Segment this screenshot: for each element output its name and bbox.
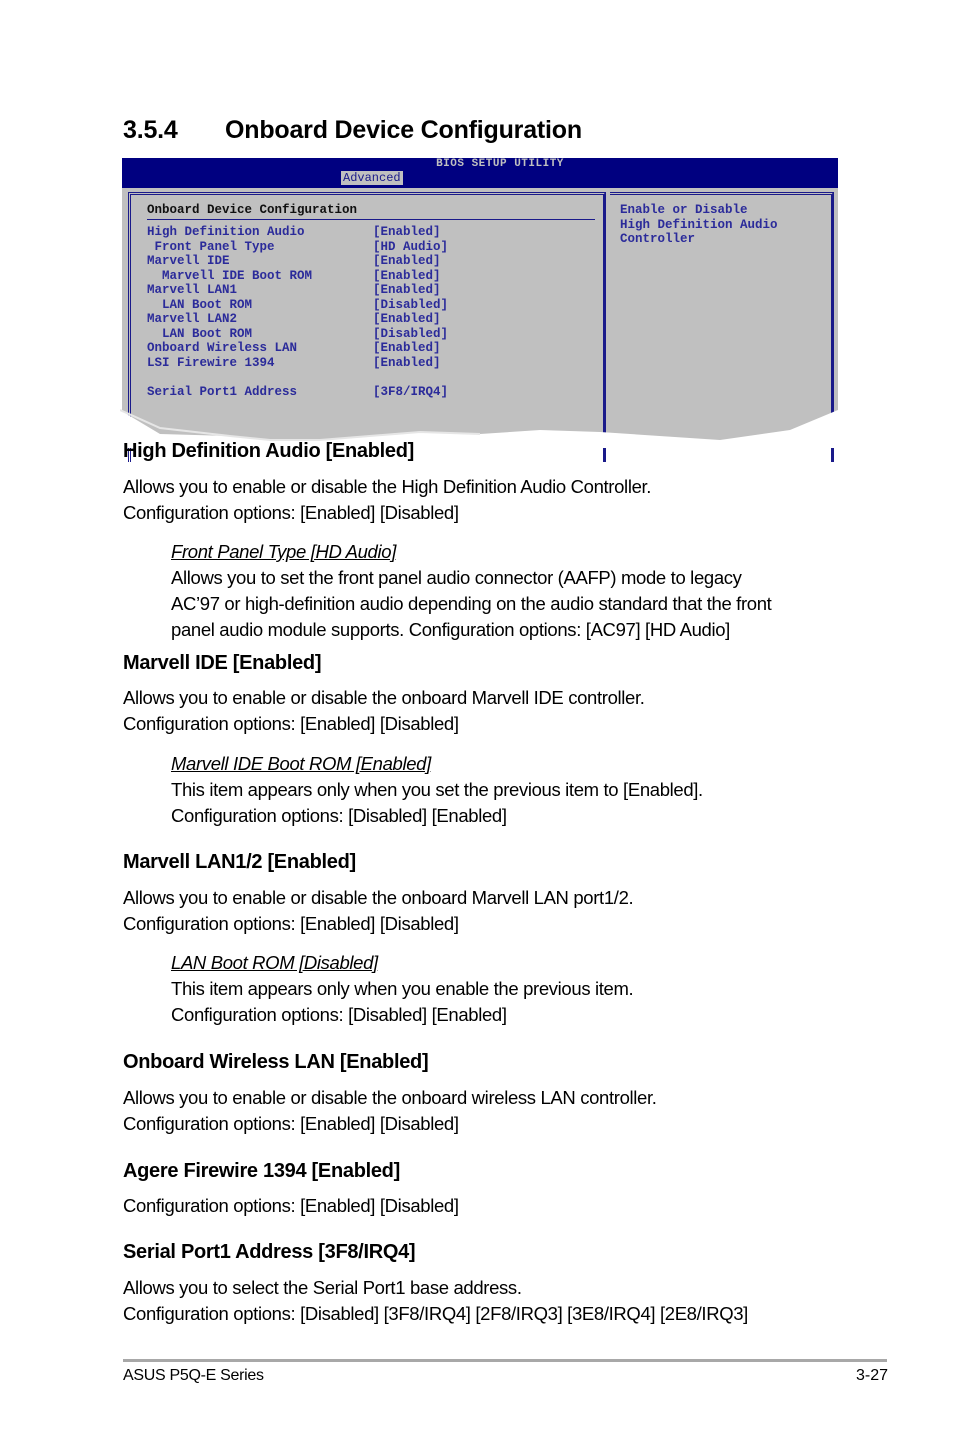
subheading-marvell-ide-boot-rom: Marvell IDE Boot ROM [Enabled]: [171, 753, 431, 774]
text-line: Allows you to set the front panel audio …: [171, 567, 742, 588]
paragraph-marvell-ide: Allows you to enable or disable the onbo…: [123, 685, 645, 737]
text-line: Configuration options: [Disabled] [Enabl…: [171, 805, 507, 826]
bios-item-label: Marvell IDE Boot ROM: [147, 268, 313, 283]
bios-panel-title: Onboard Device Configuration: [147, 203, 358, 217]
bios-item-label: LAN Boot ROM: [147, 326, 253, 341]
text-line: Allows you to select the Serial Port1 ba…: [123, 1277, 522, 1298]
bios-screenshot: BIOS SETUP UTILITY Advanced Onboard Devi…: [120, 158, 842, 462]
paragraph-high-definition-audio: Allows you to enable or disable the High…: [123, 474, 651, 526]
text-line: Allows you to enable or disable the onbo…: [123, 887, 634, 908]
text-line: Allows you to enable or disable the High…: [123, 476, 652, 497]
text-line: Configuration options: [Enabled] [Disabl…: [123, 1195, 459, 1216]
subheading-front-panel-type: Front Panel Type [HD Audio]: [171, 541, 396, 562]
bios-item-value: [Enabled]: [373, 225, 441, 239]
bios-item-label: LAN Boot ROM: [147, 297, 253, 312]
bios-item-value: [Disabled]: [373, 326, 449, 341]
text-line: Configuration options: [Enabled] [Disabl…: [123, 1113, 459, 1134]
text-line: Configuration options: [Enabled] [Disabl…: [123, 502, 459, 523]
paragraph-marvell-lan: Allows you to enable or disable the onbo…: [123, 885, 634, 937]
heading-marvell-lan: Marvell LAN1/2 [Enabled]: [123, 851, 356, 873]
text-line: Configuration options: [Enabled] [Disabl…: [123, 913, 459, 934]
paragraph-agere-firewire: Configuration options: [Enabled] [Disabl…: [123, 1193, 459, 1219]
subsection-front-panel-type: Front Panel Type [HD Audio] Allows you t…: [171, 539, 772, 643]
bios-tab-advanced[interactable]: Advanced: [341, 171, 403, 185]
heading-onboard-wireless-lan: Onboard Wireless LAN [Enabled]: [123, 1051, 429, 1073]
bios-item-label: Marvell LAN2: [147, 312, 238, 326]
bios-divider: [147, 219, 595, 220]
text-line: panel audio module supports. Configurati…: [171, 619, 730, 640]
subsection-lan-boot-rom: LAN Boot ROM [Disabled] This item appear…: [171, 950, 634, 1028]
bios-item-label: High Definition Audio: [147, 225, 305, 239]
bios-item-label: Onboard Wireless LAN: [147, 341, 298, 355]
text-line: Configuration options: [Enabled] [Disabl…: [123, 713, 459, 734]
heading-high-definition-audio: High Definition Audio [Enabled]: [123, 440, 415, 462]
bios-item-value: [Disabled]: [373, 297, 449, 312]
torn-edge-decoration: [120, 409, 842, 448]
subsection-marvell-ide-boot-rom: Marvell IDE Boot ROM [Enabled] This item…: [171, 751, 703, 829]
bios-item-value: [Enabled]: [373, 312, 441, 326]
bios-item-label: Marvell LAN1: [147, 283, 238, 297]
bios-item-value: [HD Audio]: [373, 239, 449, 254]
footer-page-number: 3-27: [855, 1367, 888, 1384]
text-line: Allows you to enable or disable the onbo…: [123, 687, 645, 708]
text-line: This item appears only when you enable t…: [171, 978, 634, 999]
section-title-text: Onboard Device Configuration: [225, 116, 582, 144]
bios-help-line: Controller: [620, 232, 696, 246]
heading-marvell-ide: Marvell IDE [Enabled]: [123, 652, 322, 674]
section-title: 3.5.4 Onboard Device Configuration: [123, 116, 582, 145]
text-line: AC’97 or high-definition audio depending…: [171, 593, 772, 614]
bios-utility-title: BIOS SETUP UTILITY: [436, 158, 564, 170]
text-line: Allows you to enable or disable the onbo…: [123, 1087, 657, 1108]
bios-header: BIOS SETUP UTILITY Advanced: [122, 158, 838, 188]
text-line: Configuration options: [Disabled] [3F8/I…: [123, 1303, 748, 1324]
bios-help-text: Enable or Disable High Definition Audio …: [620, 203, 830, 247]
bios-item-label: Marvell IDE: [147, 254, 230, 268]
bios-item-label: Front Panel Type: [147, 239, 275, 254]
paragraph-onboard-wireless-lan: Allows you to enable or disable the onbo…: [123, 1085, 657, 1137]
bios-item-value: [Enabled]: [373, 254, 441, 268]
subheading-lan-boot-rom: LAN Boot ROM [Disabled]: [171, 952, 378, 973]
section-number: 3.5.4: [123, 116, 178, 144]
footer-divider: [123, 1359, 887, 1362]
bios-item-value: [Enabled]: [373, 341, 441, 355]
bios-item-value: [Enabled]: [373, 355, 441, 370]
bios-help-line: Enable or Disable: [620, 203, 748, 217]
bios-help-line: High Definition Audio: [620, 217, 778, 232]
paragraph-serial-port1-address: Allows you to select the Serial Port1 ba…: [123, 1275, 748, 1327]
bios-item-label: LSI Firewire 1394: [147, 355, 275, 370]
bios-item-value: [Enabled]: [373, 268, 441, 283]
footer-product-name: ASUS P5Q-E Series: [123, 1367, 264, 1384]
heading-serial-port1-address: Serial Port1 Address [3F8/IRQ4]: [123, 1241, 416, 1263]
bios-item-value: [Enabled]: [373, 283, 441, 297]
text-line: This item appears only when you set the …: [171, 779, 703, 800]
heading-agere-firewire: Agere Firewire 1394 [Enabled]: [123, 1160, 400, 1182]
text-line: Configuration options: [Disabled] [Enabl…: [171, 1004, 507, 1025]
